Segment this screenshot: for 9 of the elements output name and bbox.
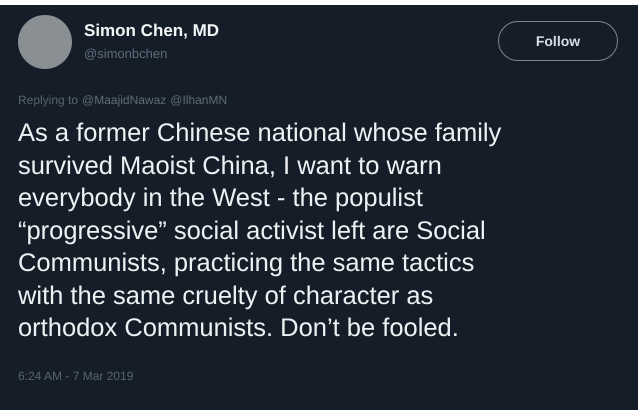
- mention-link[interactable]: @MaajidNawaz: [82, 93, 166, 107]
- author-handle: @simonbchen: [84, 46, 168, 61]
- tweet-timestamp: 6:24 AM - 7 Mar 2019: [18, 368, 134, 382]
- avatar-placeholder: [18, 15, 72, 69]
- author-name: Simon Chen, MD: [84, 21, 220, 41]
- replying-to-label: Replying to: [18, 93, 78, 107]
- mention-link[interactable]: @IlhanMN: [170, 93, 228, 107]
- tweet-text: As a former Chinese national whose family survived Maoist China, I want to warn everybody in the West - the populist “progressive” social activist left are Social Communists, practicing the same tactics with the same cruelty of character as orthodox Communists. Don’t be fooled.: [18, 118, 502, 344]
- follow-button[interactable]: Follow: [498, 21, 618, 61]
